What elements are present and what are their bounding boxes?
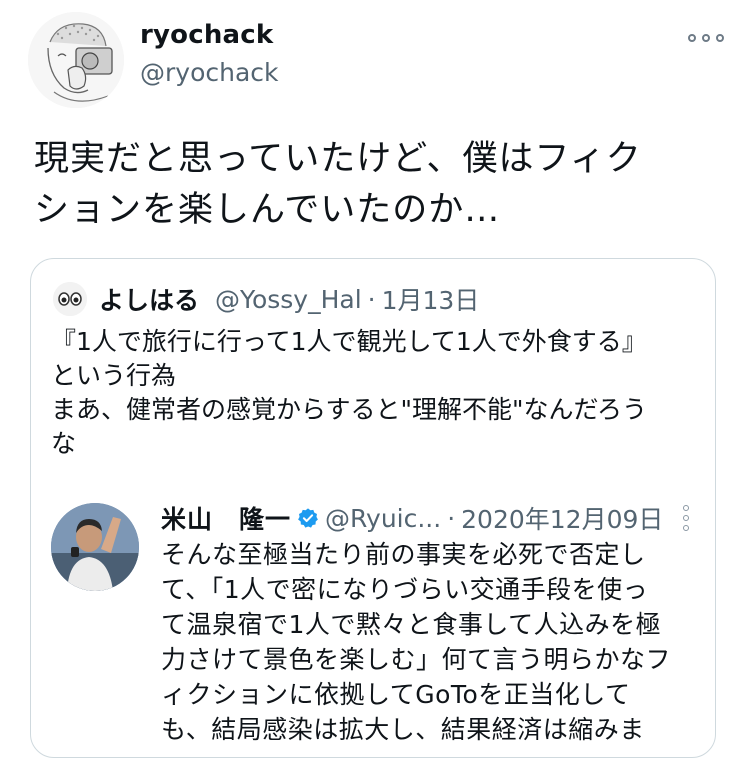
quoted-tweet-date[interactable]: 1月13日 [382, 281, 480, 317]
more-horizontal-icon[interactable] [688, 28, 724, 48]
dot-separator: · [447, 503, 456, 533]
more-vertical-icon[interactable] [681, 505, 691, 531]
quoted-tweet-card[interactable]: よしはる @Yossy_Hal · 1月13日 『1人で旅行に行って1人で観光し… [30, 258, 716, 758]
embedded-tweet-text: そんな至極当たり前の事実を必死で否定し て、「1人で密になりづらい交通手段を使っ… [161, 537, 701, 747]
quoted-author-display-name[interactable]: よしはる [99, 281, 199, 317]
embedded-tweet-header: 米山 隆一 @Ryuic... · 2020年12月09日 [161, 499, 663, 537]
quoted-tweet-header: よしはる @Yossy_Hal · 1月13日 [53, 281, 479, 317]
dot-separator: · [367, 284, 376, 314]
tweet-text-line: ションを楽しんでいたのか… [34, 190, 501, 230]
more-dot [683, 515, 689, 521]
tweet-text-line: 現実だと思っていたけど、僕はフィク [34, 139, 642, 179]
embedded-text-line: そんな至極当たり前の事実を必死で否定し [161, 540, 646, 569]
embedded-text-line: も、結局感染は拡大し、結果経済は縮みま [161, 715, 645, 744]
embedded-author-display-name[interactable]: 米山 隆一 [161, 500, 291, 536]
quoted-text-line: な [51, 429, 77, 458]
quoted-author-avatar[interactable] [53, 282, 87, 316]
embedded-avatar-photo [51, 503, 139, 591]
quoted-text-line: という行為 [51, 361, 177, 390]
embedded-tweet-date[interactable]: 2020年12月09日 [461, 500, 663, 536]
author-avatar[interactable] [28, 12, 124, 108]
embedded-text-line: て温泉宿で1人で黙々と食事して人込みを極 [161, 610, 662, 639]
quoted-text-line: 『1人で旅行に行って1人で観光して1人で外食する』 [51, 327, 647, 356]
tweet-text: 現実だと思っていたけど、僕はフィク ションを楽しんでいたのか… [34, 134, 724, 236]
quoted-avatar-face [53, 282, 87, 316]
more-dot [688, 34, 696, 42]
author-display-name[interactable]: ryochack [140, 20, 273, 50]
more-dot [683, 505, 689, 511]
more-dot [683, 525, 689, 531]
author-handle[interactable]: @ryochack [140, 58, 279, 87]
embedded-text-line: て、「1人で密になりづらい交通手段を使っ [161, 575, 649, 604]
more-dot [716, 34, 724, 42]
avatar-sketch-image [28, 12, 124, 108]
embedded-text-line: 力さけて景色を楽しむ」何て言う明らかなフ [161, 645, 672, 674]
quoted-tweet-text: 『1人で旅行に行って1人で観光して1人で外食する』 という行為 まあ、健常者の感… [51, 325, 691, 461]
embedded-author-handle[interactable]: @Ryuic... [325, 504, 441, 533]
embedded-text-line: ィクションに依拠してGoToを正当化して [161, 680, 631, 709]
more-dot [702, 34, 710, 42]
quoted-author-handle[interactable]: @Yossy_Hal [215, 285, 362, 314]
verified-badge-icon [298, 508, 318, 528]
quoted-text-line: まあ、健常者の感覚からすると"理解不能"なんだろう [51, 395, 648, 424]
embedded-author-avatar[interactable] [51, 503, 139, 591]
